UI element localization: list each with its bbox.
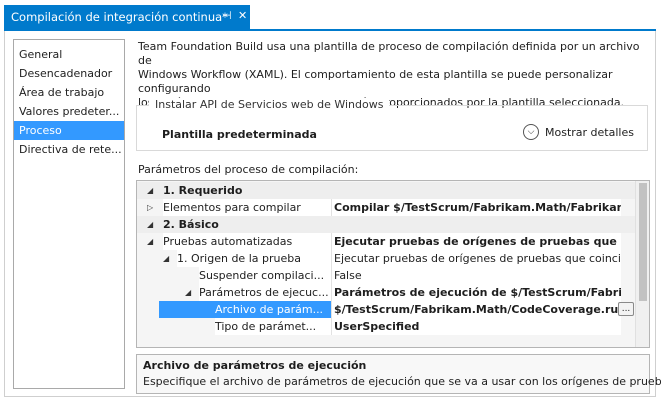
property-name: Suspender compilaci... [199,267,331,284]
collapse-arrow-icon[interactable]: ◢ [147,233,153,250]
property-row-selected[interactable]: Archivo de parám... $/TestScrum/Fabrikam… [137,301,635,318]
nav-item-workspace[interactable]: Área de trabajo [14,83,124,102]
property-row[interactable]: Tipo de parámet... UserSpecified [137,318,635,335]
show-details-label: Mostrar detalles [545,125,634,139]
params-label: Parámetros del proceso de compilación: [138,163,359,176]
settings-nav: General Desencadenador Área de trabajo V… [13,39,125,389]
property-description-text: Especifique el archivo de parámetros de … [143,375,661,388]
nav-item-general[interactable]: General [14,45,124,64]
nav-item-process[interactable]: Proceso [14,121,124,140]
property-value[interactable]: Ejecutar pruebas de orígenes de pruebas … [331,250,621,267]
property-name: Parámetros de ejecuc... [199,284,331,301]
groupbox-title: Instalar API de Servicios web de Windows [149,98,390,111]
property-description-title: Archivo de parámetros de ejecución [143,359,367,372]
property-value[interactable]: Parámetros de ejecución de $/TestScrum/F… [331,284,621,301]
property-name: Tipo de parámet... [215,318,331,335]
property-grid: ◢ 1. Requerido ▷ Elementos para compilar… [136,180,650,348]
description-line: Windows Workflow (XAML). El comportamien… [138,68,613,95]
chevron-down-icon[interactable]: ⌵ [523,124,539,140]
close-icon[interactable]: ✕ [238,9,247,22]
property-row[interactable]: Suspender compilaci... False [137,267,635,284]
collapse-arrow-icon[interactable]: ◢ [163,250,169,267]
collapse-arrow-icon[interactable]: ◢ [147,216,153,233]
collapse-arrow-icon[interactable]: ◢ [147,182,153,199]
nav-item-trigger[interactable]: Desencadenador [14,64,124,83]
editor-window: Compilación de integración continua* ⊣ ✕… [0,0,661,408]
property-value[interactable]: $/TestScrum/Fabrikam.Math/CodeCoverage.r… [331,301,621,318]
document-tab[interactable]: Compilación de integración continua* ⊣ ✕ [4,5,250,29]
property-name: Elementos para compilar [163,199,331,216]
document-tab-strip: Compilación de integración continua* ⊣ ✕ [4,5,656,31]
property-row[interactable]: ◢ 1. Origen de la prueba Ejecutar prueba… [137,250,635,267]
show-details-button[interactable]: ⌵ Mostrar detalles [523,124,634,140]
property-value[interactable]: False [331,267,621,284]
category-row[interactable]: ◢ 2. Básico [137,216,635,233]
nav-item-build-defaults[interactable]: Valores predeter... [14,102,124,121]
tab-title: Compilación de integración continua* [11,10,228,24]
nav-item-retention-policy[interactable]: Directiva de rete... [14,140,124,159]
property-row[interactable]: ◢ Parámetros de ejecuc... Parámetros de … [137,284,635,301]
property-description: Archivo de parámetros de ejecución Espec… [136,354,661,394]
expand-arrow-icon[interactable]: ▷ [147,199,153,216]
collapse-arrow-icon[interactable]: ◢ [185,284,191,301]
build-definition-panel: General Desencadenador Área de trabajo V… [4,31,661,397]
description-line: Team Foundation Build usa una plantilla … [138,40,640,67]
property-row[interactable]: ◢ Pruebas automatizadas Ejecutar pruebas… [137,233,635,250]
process-content: Team Foundation Build usa una plantilla … [136,39,661,394]
category-label: 2. Básico [163,218,219,231]
property-name: 1. Origen de la prueba [177,250,331,267]
property-value[interactable]: Ejecutar pruebas de orígenes de pruebas … [331,233,621,250]
category-row[interactable]: ◢ 1. Requerido [137,182,635,199]
browse-button[interactable]: ... [618,302,634,316]
vertical-scrollbar[interactable] [635,181,649,347]
category-label: 1. Requerido [163,184,243,197]
property-name: Pruebas automatizadas [163,233,331,250]
property-value[interactable]: Compilar $/TestScrum/Fabrikam.Math/Fabri… [331,199,621,216]
property-row[interactable]: ▷ Elementos para compilar Compilar $/Tes… [137,199,635,216]
property-value[interactable]: UserSpecified [331,318,621,335]
scrollbar-thumb[interactable] [639,183,647,301]
template-groupbox: Instalar API de Servicios web de Windows… [136,98,648,151]
pin-icon[interactable]: ⊣ [222,9,232,22]
property-name: Archivo de parám... [159,301,331,318]
template-name: Plantilla predeterminada [162,128,317,141]
